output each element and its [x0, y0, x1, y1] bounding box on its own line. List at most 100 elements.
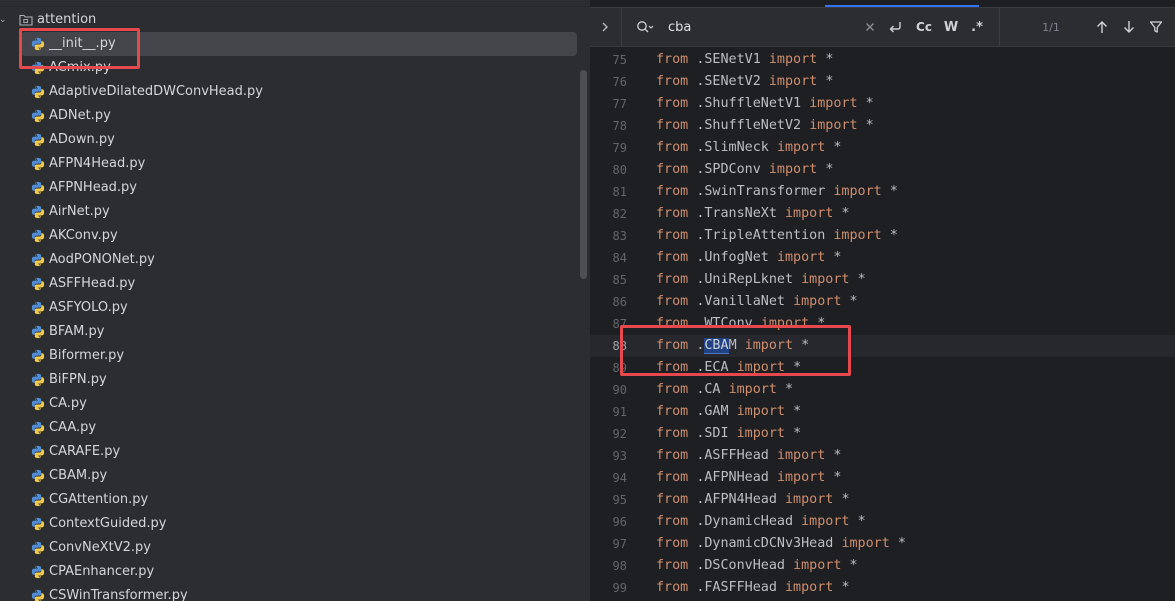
tree-file-item[interactable]: AFPNHead.py [0, 176, 580, 200]
tree-file-item[interactable]: BFAM.py [0, 320, 580, 344]
code-line[interactable]: 98 from .DSConvHead import * [590, 555, 1175, 577]
code-line[interactable]: 81 from .SwinTransformer import * [590, 181, 1175, 203]
python-file-icon [31, 85, 49, 99]
module-name: .SDI [696, 426, 729, 441]
tree-file-item[interactable]: ConvNeXtV2.py [0, 536, 580, 560]
file-name: AirNet.py [49, 204, 110, 219]
code-line[interactable]: 86 from .VanillaNet import * [590, 291, 1175, 313]
chevron-right-icon[interactable] [598, 8, 612, 46]
file-name: ADNet.py [49, 108, 111, 123]
folder-icon [19, 14, 37, 26]
code-line[interactable]: 85 from .UniRepLknet import * [590, 269, 1175, 291]
tree-file-item[interactable]: ACmix.py [0, 56, 580, 80]
tree-file-item[interactable]: CARAFE.py [0, 440, 580, 464]
keyword-from: from [656, 404, 689, 419]
keyword-from: from [656, 140, 689, 155]
close-icon[interactable] [863, 8, 877, 46]
tree-file-item[interactable]: AdaptiveDilatedDWConvHead.py [0, 80, 580, 104]
code-line[interactable]: 78 from .ShuffleNetV2 import * [590, 115, 1175, 137]
code-line[interactable]: 97 from .DynamicDCNv3Head import * [590, 533, 1175, 555]
wildcard-star: * [889, 184, 898, 199]
code-line[interactable]: 92 from .SDI import * [590, 423, 1175, 445]
tree-folder-attention[interactable]: ⌄ attention [0, 8, 580, 32]
code-line[interactable]: 76 from .SENetV2 import * [590, 71, 1175, 93]
code-line[interactable]: 80 from .SPDConv import * [590, 159, 1175, 181]
code-line[interactable]: 99 from .FASFFHead import * [590, 577, 1175, 599]
whole-words-button[interactable]: W [942, 8, 960, 46]
tree-file-item[interactable]: CBAM.py [0, 464, 580, 488]
wildcard-star: * [833, 140, 842, 155]
keyword-from: from [656, 492, 689, 507]
code-line[interactable]: 90 from .CA import * [590, 379, 1175, 401]
keyword-from: from [656, 382, 689, 397]
tree-file-item[interactable]: __init__.py [21, 32, 577, 56]
tree-file-item[interactable]: ContextGuided.py [0, 512, 580, 536]
python-file-icon [31, 37, 49, 51]
code-line[interactable]: 87 from .WTConv import * [590, 313, 1175, 335]
keyword-import: import [833, 228, 882, 243]
code-line[interactable]: 83 from .TripleAttention import * [590, 225, 1175, 247]
arrow-up-icon[interactable] [1093, 8, 1111, 46]
tree-file-item[interactable]: Biformer.py [0, 344, 580, 368]
match-case-button[interactable]: Cc [914, 8, 934, 46]
code-line[interactable]: 79 from .SlimNeck import * [590, 137, 1175, 159]
code-statement: from .DynamicDCNv3Head import * [656, 533, 906, 555]
tree-file-item[interactable]: AodPONONet.py [0, 248, 580, 272]
code-line[interactable]: 94 from .AFPNHead import * [590, 467, 1175, 489]
newline-icon[interactable] [886, 8, 904, 46]
code-area[interactable]: 75 from .SENetV1 import * 76 from .SENetV2 … [590, 47, 1175, 601]
tree-scrollbar[interactable] [580, 70, 587, 279]
tree-file-item[interactable]: CA.py [0, 392, 580, 416]
code-line[interactable]: 88 from .CBAM import * [590, 335, 1175, 357]
search-input[interactable] [668, 17, 848, 37]
keyword-from: from [656, 96, 689, 111]
python-file-icon [31, 541, 49, 555]
code-line[interactable]: 84 from .UnfogNet import * [590, 247, 1175, 269]
python-file-icon [31, 517, 49, 531]
regex-button[interactable]: .* [968, 8, 986, 46]
code-line[interactable]: 93 from .ASFFHead import * [590, 445, 1175, 467]
code-line[interactable]: 91 from .GAM import * [590, 401, 1175, 423]
tree-file-item[interactable]: ADNet.py [0, 104, 580, 128]
code-statement: from .ShuffleNetV1 import * [656, 93, 874, 115]
file-name: AdaptiveDilatedDWConvHead.py [49, 84, 263, 99]
code-editor-panel: Cc W .* 1/1 75 from .SENetV1 import * 76 fr… [590, 0, 1175, 601]
line-number: 93 [612, 449, 627, 463]
line-number: 85 [612, 273, 627, 287]
tree-file-item[interactable]: AirNet.py [0, 200, 580, 224]
tree-file-item[interactable]: ASFYOLO.py [0, 296, 580, 320]
search-history-icon[interactable] [636, 8, 654, 46]
code-line[interactable]: 82 from .TransNeXt import * [590, 203, 1175, 225]
python-file-icon [31, 565, 49, 579]
tree-file-item[interactable]: BiFPN.py [0, 368, 580, 392]
code-line[interactable]: 75 from .SENetV1 import * [590, 49, 1175, 71]
python-file-icon [31, 373, 49, 387]
tree-file-item[interactable]: CSWinTransformer.py [0, 584, 580, 601]
code-line[interactable]: 89 from .ECA import * [590, 357, 1175, 379]
arrow-down-icon[interactable] [1120, 8, 1138, 46]
tree-file-item[interactable]: CGAttention.py [0, 488, 580, 512]
tree-file-item[interactable]: CPAEnhancer.py [0, 560, 580, 584]
tree-file-item[interactable]: AFPN4Head.py [0, 152, 580, 176]
python-file-icon [31, 133, 49, 147]
line-number: 91 [612, 405, 627, 419]
tree-file-item[interactable]: CAA.py [0, 416, 580, 440]
keyword-import: import [793, 294, 842, 309]
python-file-icon [31, 493, 49, 507]
filter-icon[interactable] [1147, 8, 1165, 46]
keyword-import: import [776, 448, 826, 463]
keyword-import: import [793, 558, 842, 573]
wildcard-star: * [849, 558, 858, 573]
tree-file-item[interactable]: ASFFHead.py [0, 272, 580, 296]
wildcard-star: * [825, 162, 834, 177]
wildcard-star: * [793, 404, 802, 419]
tree-file-item[interactable]: AKConv.py [0, 224, 580, 248]
code-line[interactable]: 96 from .DynamicHead import * [590, 511, 1175, 533]
code-line[interactable]: 95 from .AFPN4Head import * [590, 489, 1175, 511]
keyword-import: import [801, 272, 850, 287]
tree-file-item[interactable]: ADown.py [0, 128, 580, 152]
python-file-icon [31, 61, 49, 75]
code-line[interactable]: 77 from .ShuffleNetV1 import * [590, 93, 1175, 115]
chevron-down-icon[interactable]: ⌄ [0, 16, 7, 25]
file-name: CA.py [49, 396, 87, 411]
